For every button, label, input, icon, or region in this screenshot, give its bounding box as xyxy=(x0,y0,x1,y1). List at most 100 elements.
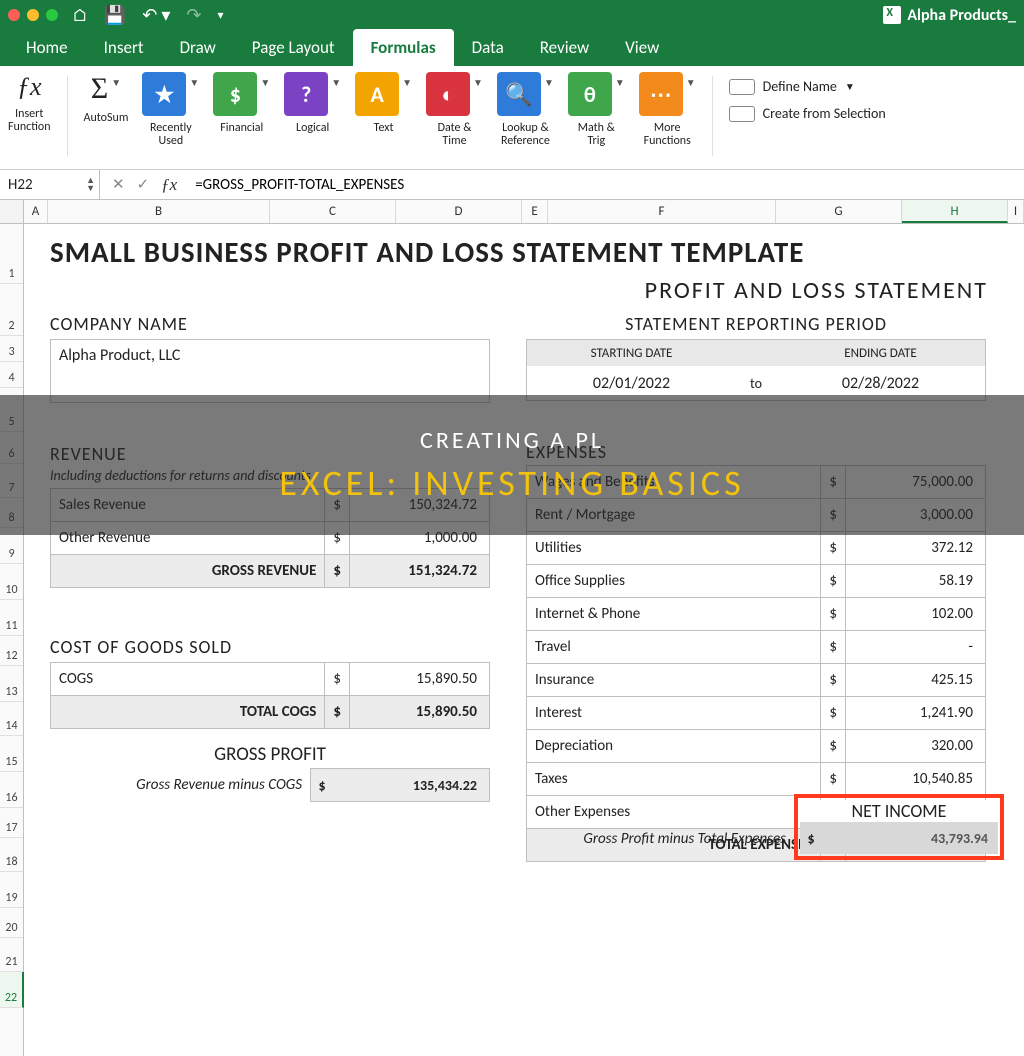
end-date-label: ENDING DATE xyxy=(776,346,985,361)
financial-label: Financial xyxy=(220,122,263,135)
row-header-13[interactable]: 13 xyxy=(0,666,23,702)
close-icon[interactable] xyxy=(8,9,20,21)
table-total-row: TOTAL COGS$15,890.50 xyxy=(51,696,490,729)
table-row[interactable]: COGS$15,890.50 xyxy=(51,663,490,696)
tab-home[interactable]: Home xyxy=(8,29,86,66)
row-header-21[interactable]: 21 xyxy=(0,938,23,972)
gross-profit-heading: GROSS PROFIT xyxy=(50,743,490,766)
math-trig-button[interactable]: θ▼ Math & Trig xyxy=(568,72,625,164)
row-header-2[interactable]: 2 xyxy=(0,284,23,336)
date-time-button[interactable]: ◐▼ Date & Time xyxy=(426,72,483,164)
define-name-button[interactable]: Define Name ▼ xyxy=(729,78,886,95)
row-header-1[interactable]: 1 xyxy=(0,224,23,284)
name-box[interactable]: H22 ▲▼ xyxy=(0,170,100,199)
net-income-heading: NET INCOME xyxy=(800,800,998,822)
tab-view[interactable]: View xyxy=(607,29,677,66)
separator xyxy=(712,76,713,156)
worksheet[interactable]: SMALL BUSINESS PROFIT AND LOSS STATEMENT… xyxy=(24,224,1024,1056)
window-controls xyxy=(8,9,58,21)
redo-icon[interactable]: ↷ xyxy=(186,4,201,26)
financial-icon: $ xyxy=(213,72,257,116)
col-header-G[interactable]: G xyxy=(776,200,902,223)
autosum-label: AutoSum xyxy=(84,112,129,125)
gross-profit-cell[interactable]: $135,434.22 xyxy=(310,768,490,802)
row-header-20[interactable]: 20 xyxy=(0,908,23,938)
fx-icon[interactable]: ƒx xyxy=(161,175,177,195)
separator xyxy=(67,76,68,156)
recent-label: Recently Used xyxy=(150,122,192,148)
start-date-cell[interactable]: 02/01/2022 xyxy=(527,374,736,393)
col-header-F[interactable]: F xyxy=(548,200,776,223)
recently-used-button[interactable]: ★▼ Recently Used xyxy=(142,72,199,164)
row-header-11[interactable]: 11 xyxy=(0,600,23,636)
row-header-17[interactable]: 17 xyxy=(0,808,23,838)
row-header-10[interactable]: 10 xyxy=(0,564,23,600)
cogs-heading: COST OF GOODS SOLD xyxy=(50,636,490,658)
save-icon[interactable]: 💾 xyxy=(104,4,126,26)
insert-function-button[interactable]: ƒx Insert Function xyxy=(8,72,51,164)
row-header-19[interactable]: 19 xyxy=(0,872,23,908)
more-icon: ⋯ xyxy=(639,72,683,116)
row-header-12[interactable]: 12 xyxy=(0,636,23,666)
col-header-I[interactable]: I xyxy=(1008,200,1024,223)
net-income-cell[interactable]: $43,793.94 xyxy=(800,822,998,854)
tag-icon xyxy=(729,79,755,95)
fx-icon: ƒx xyxy=(17,72,42,102)
end-date-cell[interactable]: 02/28/2022 xyxy=(776,374,985,393)
table-row[interactable]: Taxes$10,540.85 xyxy=(527,763,986,796)
create-from-selection-button[interactable]: Create from Selection xyxy=(729,105,886,122)
lookup-button[interactable]: 🔍▼ Lookup & Reference xyxy=(497,72,554,164)
qat-customize-icon[interactable]: ▾ xyxy=(217,8,223,23)
row-header-3[interactable]: 3 xyxy=(0,336,23,362)
col-header-D[interactable]: D xyxy=(396,200,522,223)
overlay-banner: CREATING A PL EXCEL: INVESTING BASICS xyxy=(0,395,1024,535)
text-button[interactable]: A▼ Text xyxy=(355,72,412,164)
col-header-E[interactable]: E xyxy=(522,200,548,223)
tab-formulas[interactable]: Formulas xyxy=(353,29,454,66)
financial-button[interactable]: $▼ Financial xyxy=(213,72,270,164)
zoom-icon[interactable] xyxy=(46,9,58,21)
row-header-15[interactable]: 15 xyxy=(0,736,23,772)
row-header-4[interactable]: 4 xyxy=(0,362,23,388)
tab-data[interactable]: Data xyxy=(454,29,522,66)
select-all-button[interactable] xyxy=(0,200,24,223)
insert-function-label: Insert Function xyxy=(8,108,51,134)
enter-icon[interactable]: ✓ xyxy=(137,175,150,195)
create-selection-label: Create from Selection xyxy=(763,105,886,122)
define-name-label: Define Name xyxy=(763,78,837,95)
table-row[interactable]: Interest$1,241.90 xyxy=(527,697,986,730)
table-row[interactable]: Depreciation$320.00 xyxy=(527,730,986,763)
cancel-icon[interactable]: ✕ xyxy=(112,175,125,195)
col-header-H[interactable]: H xyxy=(902,200,1008,223)
more-functions-button[interactable]: ⋯▼ More Functions xyxy=(639,72,696,164)
table-row[interactable]: Office Supplies$58.19 xyxy=(527,565,986,598)
col-header-C[interactable]: C xyxy=(270,200,396,223)
col-header-A[interactable]: A xyxy=(24,200,48,223)
table-row[interactable]: Travel$- xyxy=(527,631,986,664)
title-bar: ⌂ 💾 ↶ ▾ ↷ ▾ Alpha Products_ xyxy=(0,0,1024,30)
row-header-16[interactable]: 16 xyxy=(0,772,23,808)
tab-review[interactable]: Review xyxy=(522,29,607,66)
star-icon: ★ xyxy=(142,72,186,116)
home-icon[interactable]: ⌂ xyxy=(72,4,88,26)
page-title: SMALL BUSINESS PROFIT AND LOSS STATEMENT… xyxy=(50,234,1024,270)
table-row[interactable]: Utilities$372.12 xyxy=(527,532,986,565)
net-income-caption: Gross Profit minus Total Expenses xyxy=(583,830,786,848)
tab-insert[interactable]: Insert xyxy=(86,29,162,66)
tab-page-layout[interactable]: Page Layout xyxy=(234,29,353,66)
row-header-14[interactable]: 14 xyxy=(0,702,23,736)
col-header-B[interactable]: B xyxy=(48,200,270,223)
logical-button[interactable]: ?▼ Logical xyxy=(284,72,341,164)
undo-icon[interactable]: ↶ ▾ xyxy=(142,4,170,26)
table-row[interactable]: Internet & Phone$102.00 xyxy=(527,598,986,631)
row-header-22[interactable]: 22 xyxy=(0,972,24,1008)
tab-draw[interactable]: Draw xyxy=(162,29,234,66)
formula-input[interactable] xyxy=(189,170,1024,199)
name-box-stepper[interactable]: ▲▼ xyxy=(86,177,95,193)
company-name-cell[interactable]: Alpha Product, LLC xyxy=(50,339,490,403)
page-subtitle: PROFIT AND LOSS STATEMENT xyxy=(50,276,1024,305)
minimize-icon[interactable] xyxy=(27,9,39,21)
row-header-18[interactable]: 18 xyxy=(0,838,23,872)
autosum-button[interactable]: Σ▼ AutoSum xyxy=(84,72,129,164)
table-row[interactable]: Insurance$425.15 xyxy=(527,664,986,697)
